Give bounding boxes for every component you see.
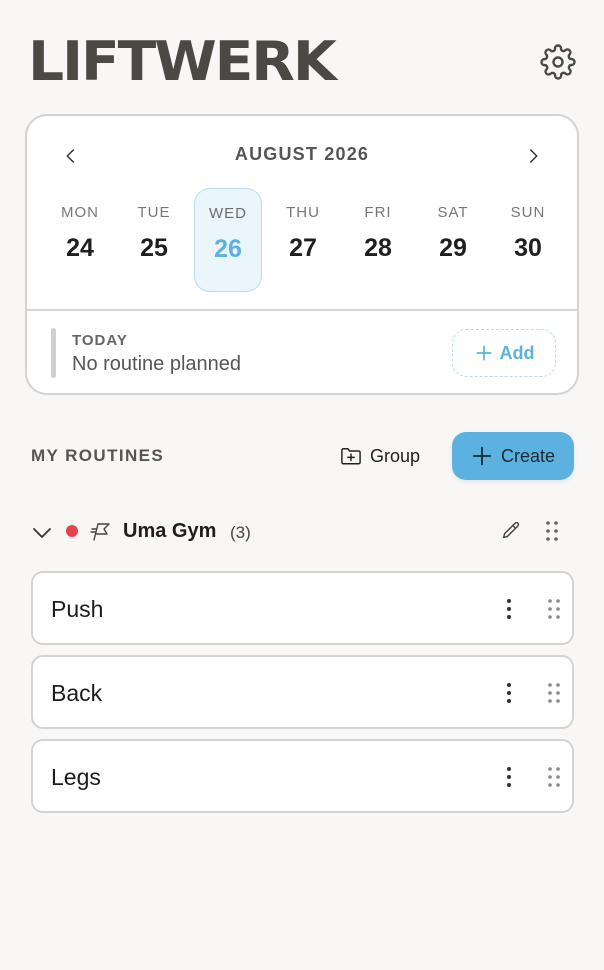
collapse-group-button[interactable]	[30, 520, 54, 544]
add-button-label: Add	[499, 342, 535, 363]
group-color-dot	[66, 525, 78, 537]
flag-icon	[90, 523, 110, 541]
routine-menu-button[interactable]	[501, 681, 517, 705]
drag-handle-icon	[546, 521, 558, 541]
day-number: 25	[140, 234, 168, 262]
folder-plus-icon	[341, 448, 361, 465]
day-of-week: FRI	[364, 204, 392, 221]
drag-handle-icon	[548, 767, 560, 787]
plus-icon	[476, 345, 491, 361]
app-logo: LIFTWERK	[28, 30, 337, 93]
day-sun[interactable]: SUN 30	[494, 188, 562, 292]
more-vertical-icon	[507, 767, 511, 787]
routine-drag-handle[interactable]	[547, 766, 561, 788]
routine-menu-button[interactable]	[501, 765, 517, 789]
new-group-button[interactable]: Group	[340, 436, 420, 476]
plus-icon	[472, 446, 492, 466]
routine-card[interactable]: Push	[31, 571, 574, 645]
routine-drag-handle[interactable]	[547, 598, 561, 620]
routine-card[interactable]: Back	[31, 655, 574, 729]
group-drag-handle[interactable]	[545, 520, 559, 542]
day-of-week: TUE	[137, 204, 171, 221]
routine-menu-button[interactable]	[501, 597, 517, 621]
day-fri[interactable]: FRI 28	[344, 188, 412, 292]
add-routine-to-day-button[interactable]: Add	[452, 329, 556, 377]
create-routine-button[interactable]: Create	[452, 432, 574, 480]
section-title: MY ROUTINES	[31, 446, 165, 465]
more-vertical-icon	[507, 599, 511, 619]
day-of-week: MON	[61, 204, 99, 221]
day-sat[interactable]: SAT 29	[419, 188, 487, 292]
gear-icon	[540, 44, 576, 80]
day-number: 28	[364, 234, 392, 262]
today-status: No routine planned	[72, 353, 242, 375]
day-number: 27	[289, 234, 317, 262]
pencil-icon	[502, 521, 520, 539]
day-number: 24	[66, 234, 94, 262]
day-tue[interactable]: TUE 25	[120, 188, 188, 292]
next-week-button[interactable]	[517, 140, 549, 172]
group-count: (3)	[230, 523, 251, 542]
routine-name: Legs	[51, 764, 101, 790]
day-number: 29	[439, 234, 467, 262]
today-label: TODAY	[72, 332, 128, 349]
edit-group-button[interactable]	[500, 520, 522, 542]
day-thu[interactable]: THU 27	[269, 188, 337, 292]
routine-name: Push	[51, 596, 104, 622]
day-of-week: SAT	[437, 204, 469, 221]
create-button-label: Create	[500, 445, 556, 466]
today-indicator-bar	[51, 328, 56, 378]
more-vertical-icon	[507, 683, 511, 703]
routine-group-header: Uma Gym (3)	[30, 510, 574, 554]
month-label: AUGUST 2026	[234, 144, 370, 164]
drag-handle-icon	[548, 599, 560, 619]
week-day-strip: MON 24 TUE 25 WED 26 THU 27 FRI 28 SAT 2…	[42, 188, 566, 292]
routine-drag-handle[interactable]	[547, 682, 561, 704]
chevron-down-icon	[33, 528, 51, 538]
app-header: LIFTWERK	[0, 0, 604, 112]
day-number: 30	[514, 234, 542, 262]
day-mon[interactable]: MON 24	[46, 188, 114, 292]
chevron-right-icon	[530, 149, 538, 163]
group-button-label: Group	[370, 445, 421, 466]
group-name: Uma Gym	[123, 520, 217, 542]
day-of-week: WED	[209, 205, 247, 222]
day-wed-selected[interactable]: WED 26	[194, 188, 262, 292]
drag-handle-icon	[548, 683, 560, 703]
calendar-card: AUGUST 2026 MON 24 TUE 25 WED 26 THU 27 …	[25, 114, 579, 395]
routine-name: Back	[51, 680, 103, 706]
day-number: 26	[214, 235, 242, 263]
day-of-week: SUN	[510, 204, 546, 221]
day-of-week: THU	[286, 204, 320, 221]
routine-card[interactable]: Legs	[31, 739, 574, 813]
settings-button[interactable]	[540, 44, 576, 80]
calendar-divider	[27, 309, 577, 311]
